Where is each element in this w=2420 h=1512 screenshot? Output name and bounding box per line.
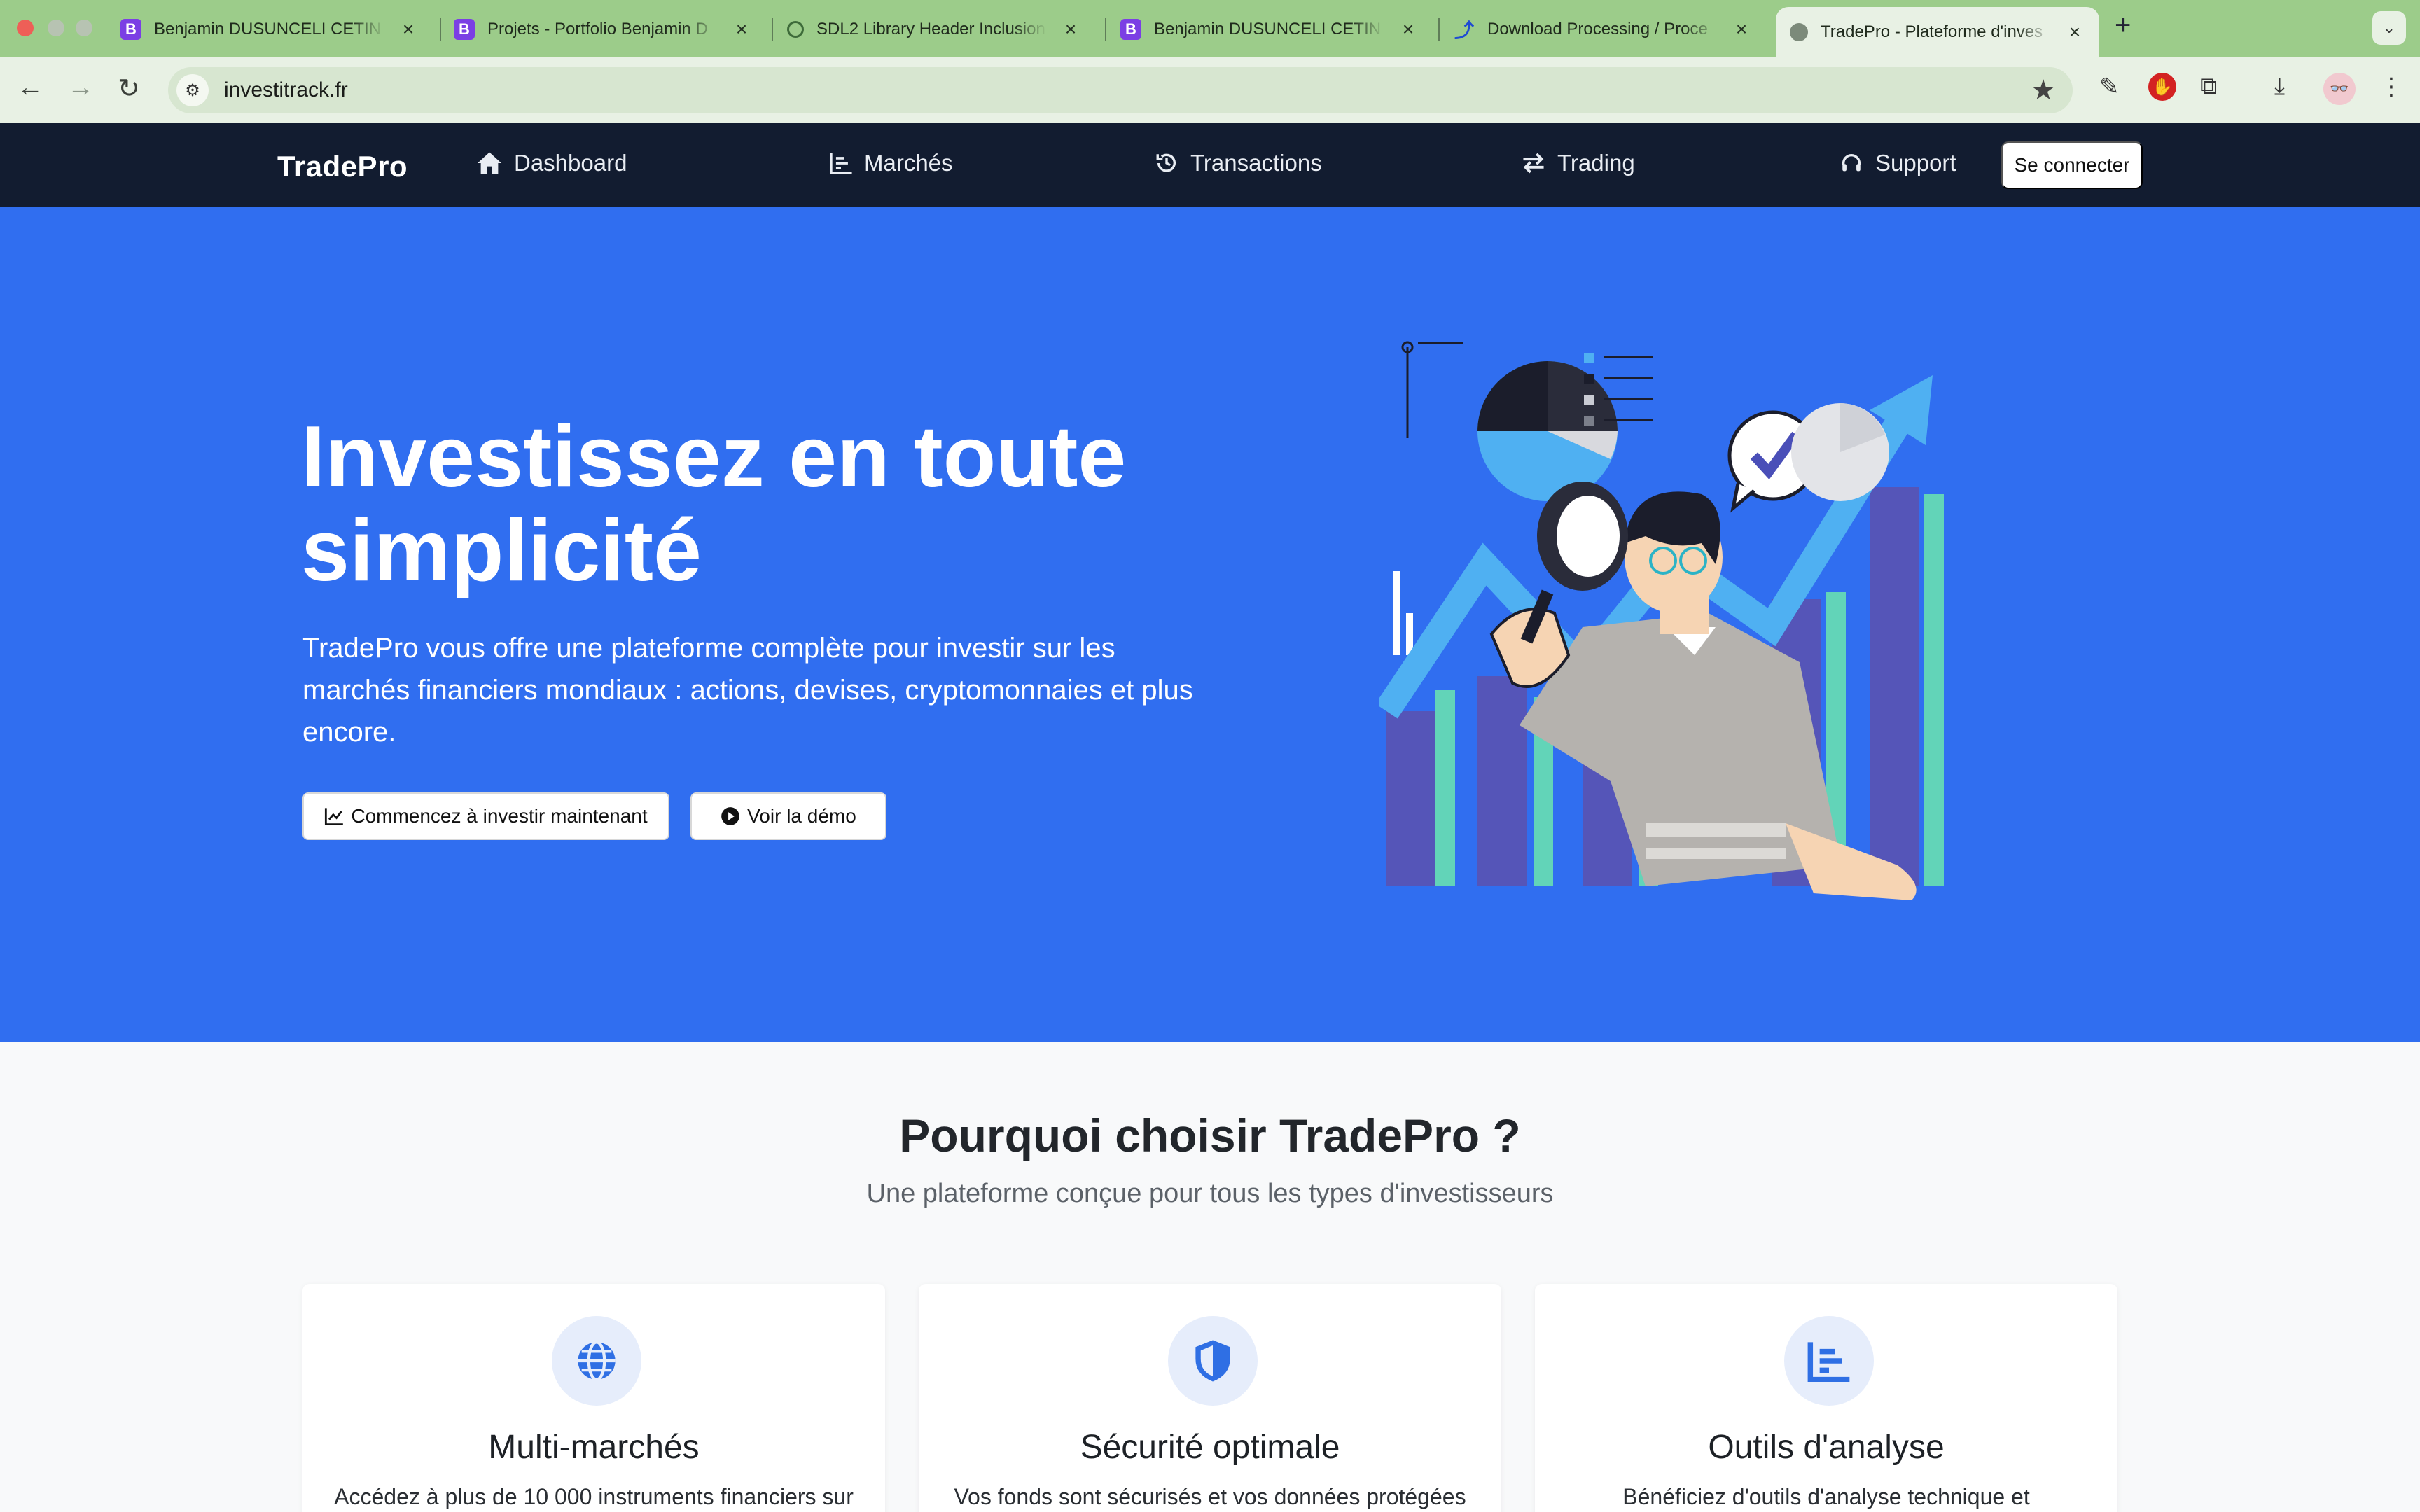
feature-card: Sécurité optimale Vos fonds sont sécuris… <box>919 1284 1501 1512</box>
new-tab-button[interactable]: + <box>2115 10 2131 41</box>
close-icon[interactable]: × <box>731 18 752 41</box>
tab-title: Benjamin DUSUNCELI CETIN <box>1154 20 1382 38</box>
nav-trading[interactable]: Trading <box>1521 150 1635 176</box>
feature-title: Multi-marchés <box>488 1429 700 1466</box>
nav-transactions[interactable]: Transactions <box>1154 150 1322 176</box>
shield-icon <box>1168 1316 1258 1406</box>
browser-tab[interactable]: ⤴ Download Processing / Proce × <box>1440 7 1766 52</box>
bootstrap-icon: B <box>454 19 475 40</box>
extensions-puzzle-icon[interactable]: ⧉ <box>2200 73 2217 100</box>
watch-demo-button[interactable]: Voir la démo <box>690 792 886 840</box>
feature-card: Outils d'analyse Bénéficiez d'outils d'a… <box>1535 1284 2118 1512</box>
chart-icon <box>829 153 852 174</box>
nav-marches-label: Marchés <box>864 150 953 176</box>
site-navbar: TradePro Dashboard Marchés Transactions … <box>0 123 2420 207</box>
minimize-window-button[interactable] <box>48 20 64 36</box>
nav-trading-label: Trading <box>1557 150 1635 176</box>
exchange-icon <box>1523 153 1544 174</box>
close-icon[interactable]: × <box>398 18 419 41</box>
start-investing-button[interactable]: Commencez à investir maintenant <box>302 792 669 840</box>
home-icon <box>478 152 501 174</box>
browser-tabstrip: B Benjamin DUSUNCELI CETIN × B Projets -… <box>0 0 2420 57</box>
tab-title: Download Processing / Proce <box>1487 20 1708 38</box>
browser-tab[interactable]: SDL2 Library Header Inclusion × <box>773 7 1095 52</box>
address-bar[interactable]: ⚙ investitrack.fr ★ <box>168 67 2073 113</box>
nav-marches[interactable]: Marchés <box>829 150 953 176</box>
adblock-extension-icon[interactable]: ✋ <box>2148 73 2176 101</box>
close-window-button[interactable] <box>17 20 34 36</box>
feature-description: Vos fonds sont sécurisés et vos données … <box>954 1484 1466 1509</box>
reload-button[interactable]: ↻ <box>118 73 140 104</box>
processing-icon: ⤴ <box>1454 20 1474 41</box>
watch-demo-label: Voir la démo <box>747 805 856 827</box>
brand-logo[interactable]: TradePro <box>277 150 408 183</box>
play-circle-icon <box>721 807 740 825</box>
browser-toolbar: ← → ↻ ⚙ investitrack.fr ★ ✎ ✋ ⧉ ⤓ 👓 ⋮ <box>0 57 2420 123</box>
browser-tab-active[interactable]: TradePro - Plateforme d'inves × <box>1776 7 2099 57</box>
downloads-icon[interactable]: ⤓ <box>2274 73 2285 100</box>
back-button[interactable]: ← <box>17 73 43 103</box>
history-icon <box>1156 153 1176 172</box>
browser-tab[interactable]: B Projets - Portfolio Benjamin D × <box>440 7 766 52</box>
login-button[interactable]: Se connecter <box>2001 141 2143 189</box>
close-icon[interactable]: × <box>1731 18 1752 41</box>
hero-title: Investissez en toute simplicité <box>301 409 1127 599</box>
globe-icon <box>552 1316 641 1406</box>
tab-title: SDL2 Library Header Inclusion <box>816 20 1045 38</box>
chart-icon <box>1784 1316 1874 1406</box>
tab-search-button[interactable]: ⌄ <box>2372 11 2406 45</box>
openai-icon <box>787 21 804 38</box>
nav-dashboard-label: Dashboard <box>514 150 627 176</box>
maximize-window-button[interactable] <box>76 20 92 36</box>
browser-tab[interactable]: B Benjamin DUSUNCELI CETIN × <box>1106 7 1433 52</box>
site-info-icon[interactable]: ⚙ <box>176 74 209 106</box>
tab-title: Benjamin DUSUNCELI CETIN <box>154 20 382 38</box>
bootstrap-icon: B <box>120 19 141 40</box>
features-section: Pourquoi choisir TradePro ? Une platefor… <box>0 1042 2420 1512</box>
nav-support-label: Support <box>1875 150 1956 176</box>
tab-title: TradePro - Plateforme d'inves <box>1821 22 2043 41</box>
feature-title: Sécurité optimale <box>1080 1429 1340 1466</box>
check-bubble-graphic <box>1727 403 1889 513</box>
hero-section: Investissez en toute simplicité TradePro… <box>0 207 2420 1042</box>
hero-illustration <box>1379 341 1944 900</box>
feature-description: Accédez à plus de 10 000 instruments fin… <box>334 1484 854 1509</box>
close-icon[interactable]: × <box>1398 18 1419 41</box>
close-icon[interactable]: × <box>1060 18 1081 41</box>
globe-icon <box>1790 23 1808 41</box>
start-investing-label: Commencez à investir maintenant <box>351 805 648 827</box>
profile-avatar[interactable]: 👓 <box>2323 73 2356 105</box>
nav-support[interactable]: Support <box>1839 150 1956 176</box>
close-icon[interactable]: × <box>2064 21 2085 43</box>
feature-card: Multi-marchés Accédez à plus de 10 000 i… <box>302 1284 885 1512</box>
bookmark-star-icon[interactable]: ★ <box>2031 74 2056 106</box>
feature-description: Bénéficiez d'outils d'analyse technique … <box>1622 1484 2030 1509</box>
hero-subtitle: TradePro vous offre une plateforme compl… <box>302 633 1193 748</box>
menu-kebab-icon[interactable]: ⋮ <box>2379 73 2403 101</box>
tab-title: Projets - Portfolio Benjamin D <box>487 20 708 38</box>
bootstrap-icon: B <box>1120 19 1141 40</box>
headset-icon <box>1842 154 1861 172</box>
line-chart-icon <box>325 808 344 825</box>
forward-button[interactable]: → <box>67 73 94 103</box>
feature-title: Outils d'analyse <box>1708 1429 1945 1466</box>
features-subtitle: Une plateforme conçue pour tous les type… <box>866 1179 1554 1208</box>
browser-tab[interactable]: B Benjamin DUSUNCELI CETIN × <box>106 7 433 52</box>
eyedropper-extension-icon[interactable]: ✎ <box>2099 73 2120 101</box>
nav-dashboard[interactable]: Dashboard <box>476 150 627 176</box>
nav-transactions-label: Transactions <box>1190 150 1322 176</box>
features-title: Pourquoi choisir TradePro ? <box>899 1110 1521 1161</box>
url-text[interactable]: investitrack.fr <box>224 78 348 102</box>
